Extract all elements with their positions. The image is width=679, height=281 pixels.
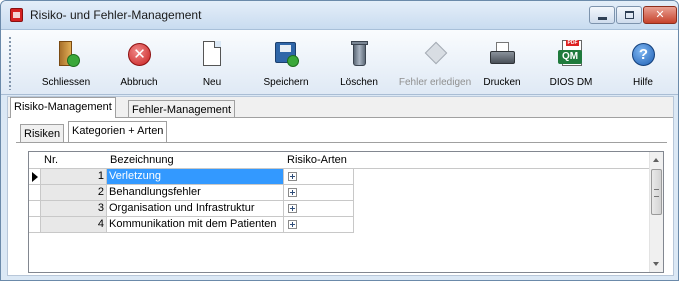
help-button[interactable]: ? Hilfe: [608, 32, 678, 93]
table-row[interactable]: 3 Organisation und Infrastruktur: [29, 201, 650, 217]
close-button[interactable]: Schliessen: [31, 32, 101, 93]
toolbar: Schliessen ✕ Abbruch Neu Speichern Lösch…: [1, 30, 678, 95]
expand-plus-icon[interactable]: [288, 204, 297, 213]
categories-grid: Nr. Bezeichnung Risiko-Arten 1 Verletzun…: [28, 151, 664, 273]
cancel-icon: ✕: [125, 40, 153, 68]
save-button-label: Speichern: [263, 77, 309, 88]
title-bar[interactable]: Risiko- und Fehler-Management ✕: [1, 1, 678, 30]
cell-risiko-arten[interactable]: [284, 201, 354, 217]
dios-dm-button-label: DIOS DM: [549, 77, 593, 88]
row-indicator[interactable]: [29, 185, 41, 201]
kategorien-panel: Nr. Bezeichnung Risiko-Arten 1 Verletzun…: [16, 142, 667, 273]
table-row[interactable]: 1 Verletzung: [29, 169, 650, 185]
cancel-button[interactable]: ✕ Abbruch: [104, 32, 174, 93]
maximize-icon: [625, 11, 634, 19]
new-button-label: Neu: [202, 77, 222, 88]
resolve-error-button-label: Fehler erledigen: [398, 77, 472, 88]
outer-tabstrip: Risiko-Management Fehler-Management: [8, 97, 673, 119]
close-button-label: Schliessen: [41, 77, 91, 88]
cell-risiko-arten[interactable]: [284, 217, 354, 233]
toolbar-grip[interactable]: [8, 36, 12, 90]
inner-tabstrip: Risiken Kategorien + Arten: [8, 121, 673, 143]
window-title: Risiko- und Fehler-Management: [30, 8, 202, 22]
app-icon: [10, 8, 23, 22]
cell-risiko-arten[interactable]: [284, 169, 354, 185]
trash-bin-icon: [345, 40, 373, 68]
row-indicator[interactable]: [29, 169, 41, 185]
row-indicator[interactable]: [29, 217, 41, 233]
expand-plus-icon[interactable]: [288, 188, 297, 197]
dios-dm-button[interactable]: PDF QM DIOS DM: [536, 32, 606, 93]
risiko-management-panel: Risiken Kategorien + Arten Nr. Bezeichnu…: [8, 117, 673, 275]
new-document-icon: [198, 40, 226, 68]
tab-risiken[interactable]: Risiken: [20, 124, 65, 143]
current-row-arrow-icon: [32, 172, 38, 182]
new-button[interactable]: Neu: [177, 32, 247, 93]
minimize-icon: [598, 17, 607, 20]
table-row[interactable]: 4 Kommunikation mit dem Patienten: [29, 217, 650, 233]
cancel-button-label: Abbruch: [120, 77, 158, 88]
print-button-label: Drucken: [483, 77, 521, 88]
cell-bezeichnung[interactable]: Organisation und Infrastruktur: [107, 201, 284, 217]
expand-plus-icon[interactable]: [288, 220, 297, 229]
table-row[interactable]: 2 Behandlungsfehler: [29, 185, 650, 201]
minimize-button[interactable]: [589, 6, 615, 24]
cell-bezeichnung[interactable]: Verletzung: [107, 169, 284, 185]
scroll-up-arrow-icon[interactable]: [650, 152, 664, 167]
pdf-badge: PDF: [566, 40, 579, 46]
column-header-risiko-arten[interactable]: Risiko-Arten: [284, 152, 354, 168]
cell-nr[interactable]: 1: [41, 169, 107, 185]
print-button[interactable]: Drucken: [467, 32, 537, 93]
help-button-label: Hilfe: [632, 77, 653, 88]
cell-nr[interactable]: 2: [41, 185, 107, 201]
vertical-scrollbar[interactable]: [649, 152, 663, 272]
cell-bezeichnung[interactable]: Behandlungsfehler: [107, 185, 284, 201]
maximize-button[interactable]: [616, 6, 642, 24]
cell-bezeichnung[interactable]: Kommunikation mit dem Patienten: [107, 217, 284, 233]
close-window-button[interactable]: ✕: [643, 6, 677, 24]
save-button[interactable]: Speichern: [251, 32, 321, 93]
content-area: Risiko-Management Fehler-Management Risi…: [7, 96, 674, 276]
row-indicator[interactable]: [29, 201, 41, 217]
printer-icon: [488, 40, 516, 68]
close-icon: ✕: [655, 9, 665, 21]
cell-nr[interactable]: 3: [41, 201, 107, 217]
grid-header: Nr. Bezeichnung Risiko-Arten: [29, 152, 650, 169]
cell-risiko-arten[interactable]: [284, 185, 354, 201]
help-icon: ?: [629, 40, 657, 68]
tab-kategorien-arten[interactable]: Kategorien + Arten: [68, 121, 168, 142]
cell-nr[interactable]: 4: [41, 217, 107, 233]
scroll-down-arrow-icon[interactable]: [650, 257, 664, 272]
tab-risiko-management[interactable]: Risiko-Management: [10, 97, 116, 118]
delete-button-label: Löschen: [340, 77, 378, 88]
dios-dm-icon: PDF QM: [557, 40, 585, 68]
resolve-error-button[interactable]: Fehler erledigen: [393, 32, 477, 93]
column-header-bezeichnung[interactable]: Bezeichnung: [107, 152, 284, 168]
resolve-error-icon: [421, 40, 449, 68]
main-window: Risiko- und Fehler-Management ✕ Schliess…: [0, 0, 679, 281]
qm-badge: QM: [558, 50, 582, 64]
exit-door-icon: [52, 40, 80, 68]
scrollbar-thumb[interactable]: [651, 169, 662, 215]
save-disk-icon: [272, 40, 300, 68]
delete-button[interactable]: Löschen: [324, 32, 394, 93]
expand-plus-icon[interactable]: [288, 172, 297, 181]
column-header-nr[interactable]: Nr.: [41, 152, 107, 168]
